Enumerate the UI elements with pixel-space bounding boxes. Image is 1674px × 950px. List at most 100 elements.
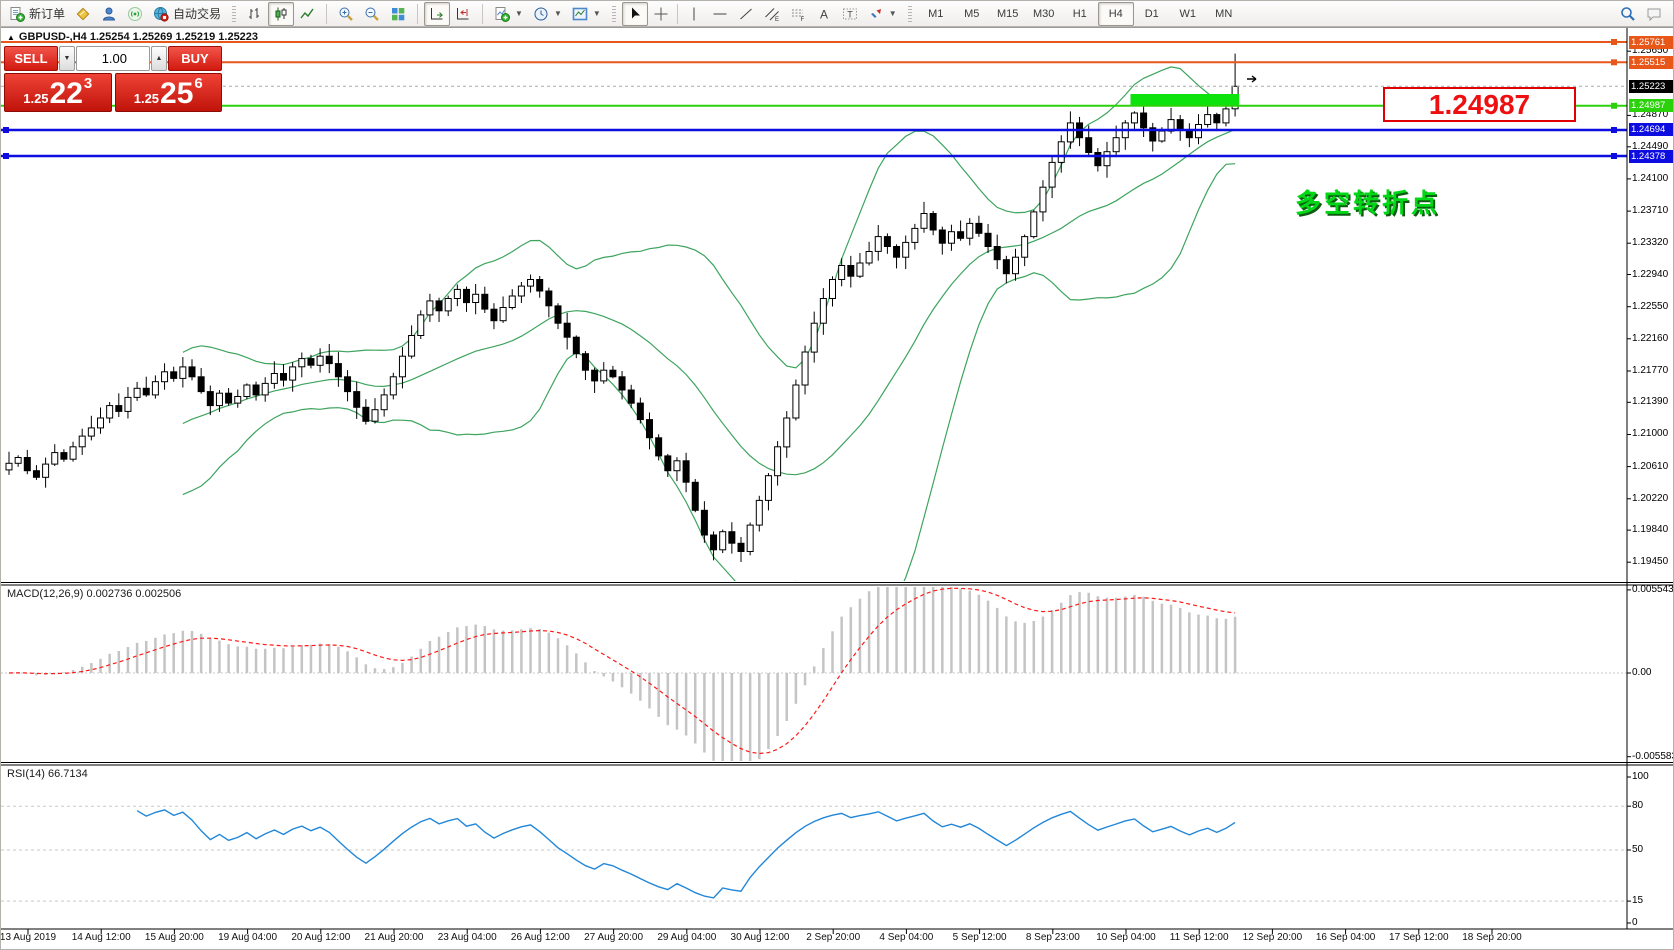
autotrading-icon — [153, 6, 169, 22]
arrows-caret-icon[interactable]: ▼ — [889, 9, 897, 18]
auto-scroll-button[interactable] — [424, 2, 450, 26]
zoom-out-button[interactable] — [359, 2, 385, 26]
candle — [1040, 187, 1046, 212]
candle — [6, 463, 12, 470]
indicators-caret-icon[interactable]: ▼ — [515, 9, 523, 18]
candle — [555, 306, 561, 323]
indicators-button[interactable]: ▼ — [489, 2, 528, 26]
timeframe-w1-button[interactable]: W1 — [1170, 2, 1206, 26]
templates-caret-icon[interactable]: ▼ — [593, 9, 601, 18]
volume-input[interactable]: 1.00 — [76, 46, 150, 71]
new-order-icon — [9, 6, 25, 22]
arrows-icon — [868, 6, 884, 22]
timeframe-m1-button[interactable]: M1 — [918, 2, 954, 26]
candle — [61, 453, 67, 460]
rsi-axis-80: 80 — [1632, 800, 1674, 811]
tile-windows-button[interactable] — [385, 2, 411, 26]
timeframe-m15-button[interactable]: M15 — [990, 2, 1026, 26]
candle — [656, 438, 662, 456]
buy-button[interactable]: BUY — [168, 46, 222, 71]
fibonacci-icon: F — [790, 6, 806, 22]
hline-handle[interactable] — [1611, 103, 1617, 109]
crosshair-button[interactable] — [648, 2, 674, 26]
trendline-button[interactable] — [733, 2, 759, 26]
candlestick-chart-button[interactable] — [268, 2, 294, 26]
rsi-axis-15: 15 — [1632, 895, 1674, 906]
channel-icon: E — [764, 6, 780, 22]
vertical-line-icon — [686, 6, 702, 22]
bar-chart-button[interactable] — [242, 2, 268, 26]
candle — [171, 372, 177, 379]
cursor-button[interactable] — [622, 2, 648, 26]
date-tick-14: 5 Sep 12:00 — [940, 932, 1020, 943]
market-button[interactable] — [70, 2, 96, 26]
candle — [1031, 212, 1037, 237]
candle — [820, 299, 826, 324]
sell-price-display[interactable]: 1.25223 — [4, 73, 112, 112]
chart-canvas[interactable] — [1, 1, 1674, 950]
auto-scroll-icon — [429, 6, 445, 22]
periods-button[interactable]: ▼ — [528, 2, 567, 26]
search-button[interactable] — [1615, 2, 1641, 26]
zoom-in-button[interactable] — [333, 2, 359, 26]
equidistant-channel-button[interactable]: E — [759, 2, 785, 26]
macd-axis--0.005583: -0.005583 — [1632, 751, 1674, 762]
text-label-button[interactable]: T — [837, 2, 863, 26]
hline-handle[interactable] — [1611, 39, 1617, 45]
chat-button[interactable] — [1641, 2, 1667, 26]
timeframe-h4-button[interactable]: H4 — [1098, 2, 1134, 26]
new-order-button[interactable]: 新订单 — [4, 2, 70, 26]
signals-button[interactable] — [122, 2, 148, 26]
timeframe-m30-button[interactable]: M30 — [1026, 2, 1062, 26]
candle — [866, 252, 872, 264]
rsi-panel[interactable] — [1, 806, 1627, 901]
timeframe-d1-button[interactable]: D1 — [1134, 2, 1170, 26]
periods-caret-icon[interactable]: ▼ — [554, 9, 562, 18]
timeframe-mn-button[interactable]: MN — [1206, 2, 1242, 26]
arrow-marker[interactable] — [1247, 76, 1256, 82]
clock-icon — [533, 6, 549, 22]
hline-handle[interactable] — [1611, 127, 1617, 133]
candle — [107, 406, 113, 418]
main-price-panel[interactable] — [6, 54, 1256, 639]
candle — [409, 336, 415, 357]
date-tick-20: 17 Sep 12:00 — [1379, 932, 1459, 943]
horizontal-line-icon — [712, 6, 728, 22]
candle — [253, 385, 259, 395]
chinese-note-text[interactable]: 多空转折点 — [1295, 183, 1440, 220]
autotrading-button[interactable]: 自动交易 — [148, 2, 226, 26]
price-tick-1.23710: 1.23710 — [1632, 205, 1674, 216]
buy-price-small: 1.25 — [134, 91, 159, 106]
candle — [509, 296, 515, 308]
timeframe-h1-button[interactable]: H1 — [1062, 2, 1098, 26]
text-button[interactable]: A — [811, 2, 837, 26]
chart-shift-button[interactable] — [450, 2, 476, 26]
line-chart-button[interactable] — [294, 2, 320, 26]
price-line-label-1.24378: 1.24378 — [1629, 150, 1674, 163]
search-icon — [1620, 6, 1636, 22]
hline-handle[interactable] — [1611, 59, 1617, 65]
sell-button[interactable]: SELL — [4, 46, 58, 71]
price-annotation-box[interactable]: 1.24987 — [1383, 87, 1576, 122]
candle — [1205, 115, 1211, 125]
fibonacci-button[interactable]: F — [785, 2, 811, 26]
collapse-triangle-icon[interactable]: ▲ — [7, 33, 15, 42]
hline-handle[interactable] — [3, 153, 9, 159]
web-terminal-button[interactable] — [96, 2, 122, 26]
hline-handle[interactable] — [3, 127, 9, 133]
candle — [281, 374, 287, 381]
candle — [985, 233, 991, 246]
templates-button[interactable]: ▼ — [567, 2, 606, 26]
volume-decrease-button[interactable]: ▼ — [59, 46, 75, 71]
candle — [390, 377, 396, 395]
volume-increase-button[interactable]: ▲ — [151, 46, 167, 71]
vertical-line-button[interactable] — [681, 2, 707, 26]
macd-panel[interactable] — [1, 576, 1627, 769]
timeframe-m5-button[interactable]: M5 — [954, 2, 990, 26]
resistance-zone-rect[interactable] — [1131, 94, 1240, 105]
date-tick-1: 13 Aug 2019 — [0, 932, 68, 943]
horizontal-line-button[interactable] — [707, 2, 733, 26]
arrows-button[interactable]: ▼ — [863, 2, 902, 26]
buy-price-display[interactable]: 1.25256 — [115, 73, 223, 112]
hline-handle[interactable] — [1611, 153, 1617, 159]
